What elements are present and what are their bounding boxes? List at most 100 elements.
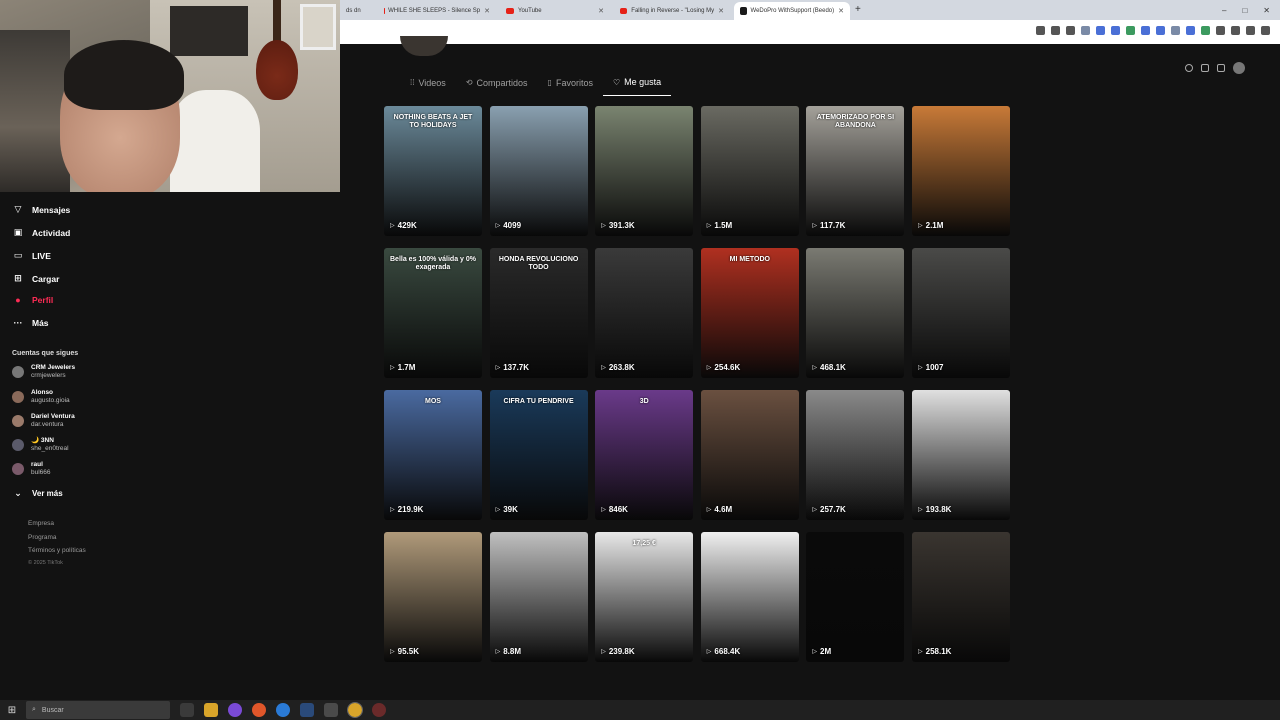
tab-videos[interactable]: ⁞⁞ Videos <box>400 74 456 96</box>
app-icon[interactable] <box>324 703 338 717</box>
video-thumbnail[interactable]: ▷ 2.1M <box>912 106 1010 236</box>
sidebar-item-cargar[interactable]: ⊞ Cargar <box>12 273 59 284</box>
taskbar-search[interactable]: ⌕ Buscar <box>26 701 170 719</box>
windows-start-icon[interactable]: ⊞ <box>0 705 24 716</box>
view-count-value: 391.3K <box>608 221 635 230</box>
new-tab-button[interactable]: + <box>855 4 861 15</box>
browser-tab-0[interactable]: ds dn <box>340 2 370 20</box>
sidebar-item-perfil[interactable]: ● Perfil <box>12 295 53 305</box>
star-icon[interactable] <box>1081 26 1090 35</box>
video-thumbnail[interactable]: NOTHING BEATS A JET TO HOLIDAYS ▷ 429K <box>384 106 482 236</box>
firefox-icon[interactable] <box>252 703 266 717</box>
tab-favoritos[interactable]: ▯ Favoritos <box>538 74 603 96</box>
coin-icon[interactable] <box>1185 64 1193 72</box>
edge-icon[interactable] <box>276 703 290 717</box>
view-count: ▷ 95.5K <box>390 647 419 656</box>
video-thumbnail[interactable]: Bella es 100% válida y 0% exagerada ▷ 1.7M <box>384 248 482 378</box>
video-thumbnail[interactable]: ▷ 258.1K <box>912 532 1010 662</box>
minimize-button[interactable]: – <box>1222 6 1226 15</box>
extension-icon[interactable] <box>1186 26 1195 35</box>
profile-icon[interactable] <box>1246 26 1255 35</box>
tab-compartidos[interactable]: ⟲ Compartidos <box>456 74 538 96</box>
video-thumbnail[interactable]: ▷ 8.8M <box>489 532 588 662</box>
sidebar-item-live[interactable]: ▭ LIVE <box>12 250 51 261</box>
following-item[interactable]: CRM Jewelers crmjewelers <box>12 364 75 380</box>
close-window-button[interactable]: ✕ <box>1263 6 1270 15</box>
footer-link-empresa[interactable]: Empresa <box>28 520 54 527</box>
footer-link-terminos[interactable]: Términos y políticas <box>28 547 86 554</box>
video-thumbnail[interactable]: CIFRA TU PENDRIVE ▷ 39K <box>489 390 588 520</box>
video-thumbnail[interactable]: HONDA REVOLUCIONO TODO ▷ 137.7K <box>489 248 588 378</box>
video-thumbnail[interactable]: 3D ▷ 846K <box>595 390 694 520</box>
video-thumbnail[interactable]: ▷ 1.5M <box>700 106 799 236</box>
browser-tab-3[interactable]: Falling in Reverse - "Losing My ✕ <box>614 2 730 20</box>
video-thumbnail[interactable]: ▷ 257.7K <box>806 390 905 520</box>
chrome-icon[interactable] <box>347 702 363 718</box>
close-icon[interactable]: ✕ <box>718 7 724 15</box>
close-icon[interactable]: ✕ <box>598 7 604 15</box>
avatar[interactable] <box>1233 62 1245 74</box>
task-view-icon[interactable] <box>180 703 194 717</box>
extension-icon[interactable] <box>1201 26 1210 35</box>
file-explorer-icon[interactable] <box>204 703 218 717</box>
app-icon[interactable] <box>228 703 242 717</box>
view-count-value: 1007 <box>925 363 944 372</box>
extension-icon[interactable] <box>1156 26 1165 35</box>
sidepanel-icon[interactable] <box>1231 26 1240 35</box>
see-more-button[interactable]: ⌄ Ver más <box>12 488 62 499</box>
browser-tab-1[interactable]: WHILE SHE SLEEPS - Silence Sp ✕ <box>378 2 496 20</box>
device-icon[interactable] <box>1201 64 1209 72</box>
zoom-icon[interactable] <box>1066 26 1075 35</box>
tab-me-gusta[interactable]: ♡ Me gusta <box>602 74 672 96</box>
extension-icon[interactable] <box>1096 26 1105 35</box>
sidebar-item-mensajes[interactable]: ▽ Mensajes <box>12 204 71 215</box>
cast-icon[interactable] <box>1036 26 1045 35</box>
following-item[interactable]: raul bul666 <box>12 461 51 477</box>
following-item[interactable]: Alonso augusto.gioia <box>12 389 70 405</box>
video-thumbnail[interactable]: ▷ 668.4K <box>700 532 799 662</box>
view-count: ▷ 429K <box>390 221 417 230</box>
steam-icon[interactable] <box>300 703 314 717</box>
play-icon: ▷ <box>601 365 606 371</box>
video-thumbnail[interactable]: ▷ 2M <box>806 532 905 662</box>
video-thumbnail[interactable]: MI METODO ▷ 254.6K <box>700 248 799 378</box>
maximize-button[interactable]: □ <box>1242 6 1247 15</box>
video-caption: MOS <box>425 398 441 405</box>
following-item[interactable]: 🌙 3NN she_en0treal <box>12 437 69 453</box>
avatar <box>12 462 24 475</box>
translate-icon[interactable] <box>1051 26 1060 35</box>
extension-icon[interactable] <box>1126 26 1135 35</box>
download-icon[interactable] <box>1217 64 1225 72</box>
video-thumbnail[interactable]: ▷ 263.8K <box>595 248 694 378</box>
browser-tab-4[interactable]: WeDoPro WithSupport (Beedo) ✕ <box>734 2 850 20</box>
puzzle-icon[interactable] <box>1216 26 1225 35</box>
video-thumbnail[interactable]: ATEMORIZADO POR SI ABANDONA ▷ 117.7K <box>806 106 905 236</box>
following-item[interactable]: Dariel Ventura dar.ventura <box>12 413 75 429</box>
footer-link-programa[interactable]: Programa <box>28 534 57 541</box>
video-thumbnail[interactable]: ▷ 391.3K <box>595 106 694 236</box>
video-thumbnail[interactable]: ▷ 4.6M <box>700 390 799 520</box>
menu-icon[interactable] <box>1261 26 1270 35</box>
video-thumbnail[interactable]: ▷ 4099 <box>489 106 588 236</box>
extension-icon[interactable] <box>1171 26 1180 35</box>
video-thumbnail[interactable]: 17,25 € ▷ 239.8K <box>595 532 694 662</box>
video-thumbnail[interactable]: ▷ 193.8K <box>912 390 1010 520</box>
sidebar-item-mas[interactable]: ··· Más <box>12 318 49 328</box>
view-count-value: 429K <box>397 221 417 230</box>
extension-icon[interactable] <box>1141 26 1150 35</box>
video-thumbnail[interactable]: ▷ 95.5K <box>384 532 482 662</box>
video-thumbnail[interactable]: MOS ▷ 219.9K <box>384 390 482 520</box>
video-thumbnail[interactable]: ▷ 468.1K <box>806 248 905 378</box>
browser-tab-2[interactable]: YouTube ✕ <box>500 2 610 20</box>
view-count: ▷ 4099 <box>496 221 521 230</box>
play-icon: ▷ <box>706 223 712 229</box>
close-icon[interactable]: ✕ <box>838 7 844 15</box>
sidebar-item-actividad[interactable]: ▣ Actividad <box>12 227 71 238</box>
obs-icon[interactable] <box>372 703 386 717</box>
avatar <box>12 390 24 403</box>
taskbar-search-placeholder: Buscar <box>41 706 64 714</box>
video-thumbnail[interactable]: ▷ 1007 <box>912 248 1010 378</box>
close-icon[interactable]: ✕ <box>484 7 490 15</box>
address-bar[interactable] <box>340 20 1280 44</box>
extension-icon[interactable] <box>1111 26 1120 35</box>
